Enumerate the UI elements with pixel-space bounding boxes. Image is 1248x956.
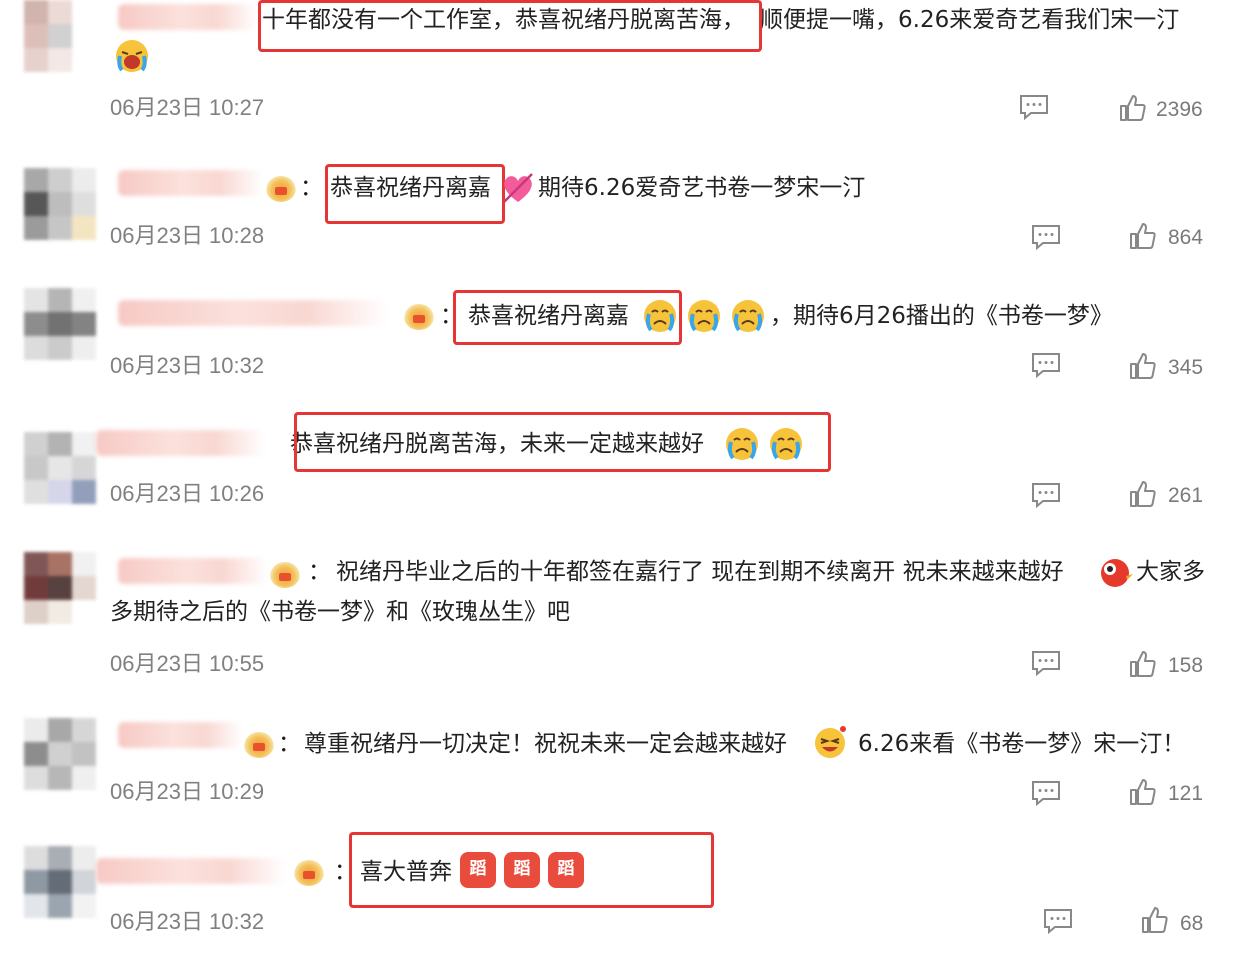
comment-text-line2: 多期待之后的《书卷一梦》和《玫瑰丛生》吧: [110, 599, 570, 625]
comment-text-line1: 祝绪丹毕业之后的十年都签在嘉行了 现在到期不续离开 祝未来越来越好: [336, 559, 1064, 585]
reply-icon[interactable]: [1031, 352, 1061, 378]
reply-icon[interactable]: [1019, 94, 1049, 120]
avatar[interactable]: [24, 168, 96, 240]
reply-icon[interactable]: [1031, 780, 1061, 806]
thumbs-up-icon[interactable]: [1129, 650, 1157, 678]
comment-timestamp: 06月23日 10:55: [110, 651, 265, 676]
username[interactable]: [118, 300, 388, 326]
like-count: 261: [1168, 484, 1204, 507]
crying-face-emoji: [116, 40, 148, 72]
comment-text-rest: 顺便提一嘴，6.26来爱奇艺看我们宋一汀: [760, 7, 1180, 33]
comment-timestamp: 06月23日 10:27: [110, 95, 265, 120]
comment-timestamp: 06月23日 10:26: [110, 481, 265, 506]
comment-timestamp: 06月23日 10:32: [110, 909, 265, 934]
reply-icon[interactable]: [1031, 650, 1061, 676]
colon: ：: [308, 559, 331, 585]
reply-icon[interactable]: [1043, 908, 1073, 934]
thumbs-up-icon[interactable]: [1141, 906, 1169, 934]
vip-badge-icon: [294, 860, 324, 886]
like-count: 345: [1168, 356, 1204, 379]
username[interactable]: [118, 558, 268, 584]
like-count: 68: [1180, 912, 1204, 935]
reply-icon[interactable]: [1031, 482, 1061, 508]
comment-text-before: 尊重祝绪丹一切决定！祝祝未来一定会越来越好: [304, 731, 787, 757]
crying-face-emoji: [644, 300, 676, 332]
vip-badge-icon: [244, 732, 274, 758]
thumbs-up-icon[interactable]: [1129, 480, 1157, 508]
comment-text-rest: ，期待6月26播出的《书卷一梦》: [770, 303, 1113, 329]
colon: ：: [300, 175, 323, 201]
thumbs-up-icon[interactable]: [1129, 222, 1157, 250]
username[interactable]: [118, 722, 243, 748]
vip-badge-icon: [404, 304, 434, 330]
comment-text-rest: 期待6.26爱奇艺书卷一梦宋一汀: [538, 175, 866, 201]
red-bird-emoji: [1101, 559, 1133, 587]
username[interactable]: [118, 4, 258, 30]
like-count: 864: [1168, 226, 1204, 249]
username[interactable]: [96, 858, 286, 884]
username[interactable]: [96, 430, 266, 456]
comment-timestamp: 06月23日 10:29: [110, 779, 265, 804]
thumbs-up-icon[interactable]: [1129, 352, 1157, 380]
like-count: 121: [1168, 782, 1204, 805]
avatar[interactable]: [24, 846, 96, 918]
avatar[interactable]: [24, 0, 96, 72]
colon: ：: [278, 731, 301, 757]
avatar[interactable]: [24, 288, 96, 360]
avatar[interactable]: [24, 718, 96, 790]
laughing-face-emoji: [815, 726, 846, 758]
like-count: 158: [1168, 654, 1204, 677]
avatar[interactable]: [24, 552, 96, 624]
avatar[interactable]: [24, 432, 96, 504]
comment-timestamp: 06月23日 10:28: [110, 223, 265, 248]
vip-badge-icon: [270, 562, 300, 588]
crying-face-emoji: [726, 428, 758, 460]
crying-face-emoji: [688, 300, 720, 332]
crying-face-emoji: [732, 300, 764, 332]
red-highlight-box: [349, 832, 714, 908]
comment-text-line1-tail: 大家多: [1136, 559, 1205, 585]
red-highlight-box: [258, 0, 762, 52]
vip-badge-icon: [266, 176, 296, 202]
crying-face-emoji: [770, 428, 802, 460]
username[interactable]: [118, 170, 263, 196]
heart-arrow-emoji: [503, 173, 533, 203]
like-count: 2396: [1156, 98, 1203, 121]
thumbs-up-icon[interactable]: [1129, 778, 1157, 806]
comment-text-after: 6.26来看《书卷一梦》宋一汀！: [858, 731, 1186, 757]
comment-timestamp: 06月23日 10:32: [110, 353, 265, 378]
thumbs-up-icon[interactable]: [1119, 94, 1147, 122]
reply-icon[interactable]: [1031, 224, 1061, 250]
red-highlight-box: [325, 164, 505, 224]
